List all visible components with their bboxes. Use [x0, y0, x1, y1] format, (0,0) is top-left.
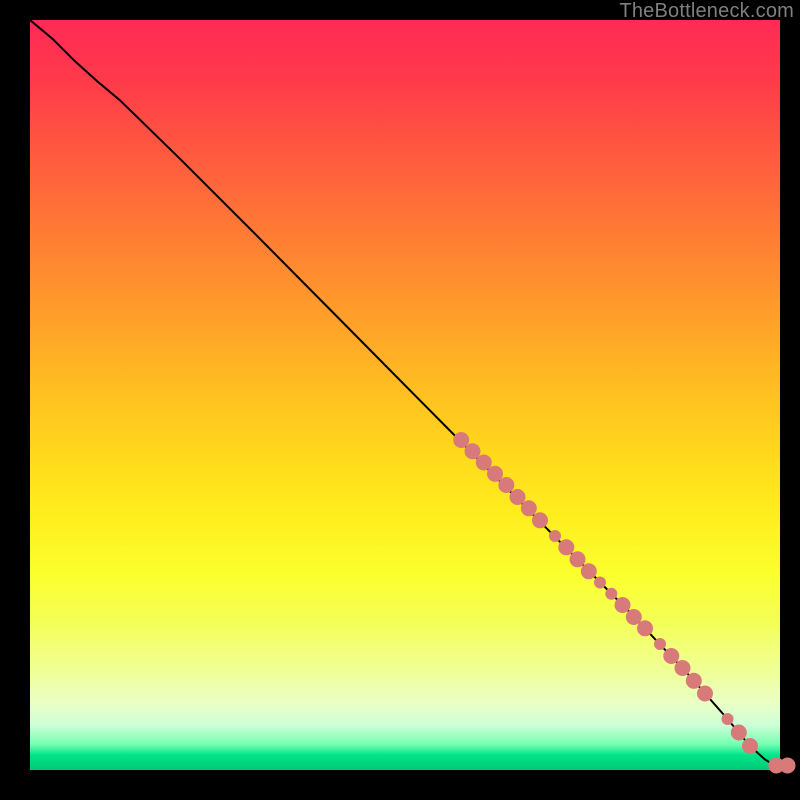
chart-svg	[30, 20, 780, 770]
chart-stage: TheBottleneck.com	[0, 0, 800, 800]
scatter-point	[780, 758, 796, 774]
scatter-markers	[453, 432, 795, 774]
scatter-point	[521, 500, 537, 516]
scatter-point	[654, 638, 666, 650]
scatter-point	[549, 530, 561, 542]
scatter-point	[558, 539, 574, 555]
scatter-point	[731, 725, 747, 741]
scatter-point	[663, 648, 679, 664]
scatter-point	[570, 551, 586, 567]
scatter-point	[686, 673, 702, 689]
scatter-point	[532, 512, 548, 528]
scatter-point	[697, 686, 713, 702]
scatter-point	[594, 577, 606, 589]
scatter-point	[453, 432, 469, 448]
scatter-point	[675, 660, 691, 676]
scatter-point	[637, 620, 653, 636]
scatter-point	[605, 588, 617, 600]
scatter-point	[742, 738, 758, 754]
scatter-point	[498, 477, 514, 493]
scatter-point	[510, 489, 526, 505]
scatter-point	[615, 597, 631, 613]
plot-area	[30, 20, 780, 770]
scatter-point	[581, 563, 597, 579]
scatter-point	[722, 713, 734, 725]
